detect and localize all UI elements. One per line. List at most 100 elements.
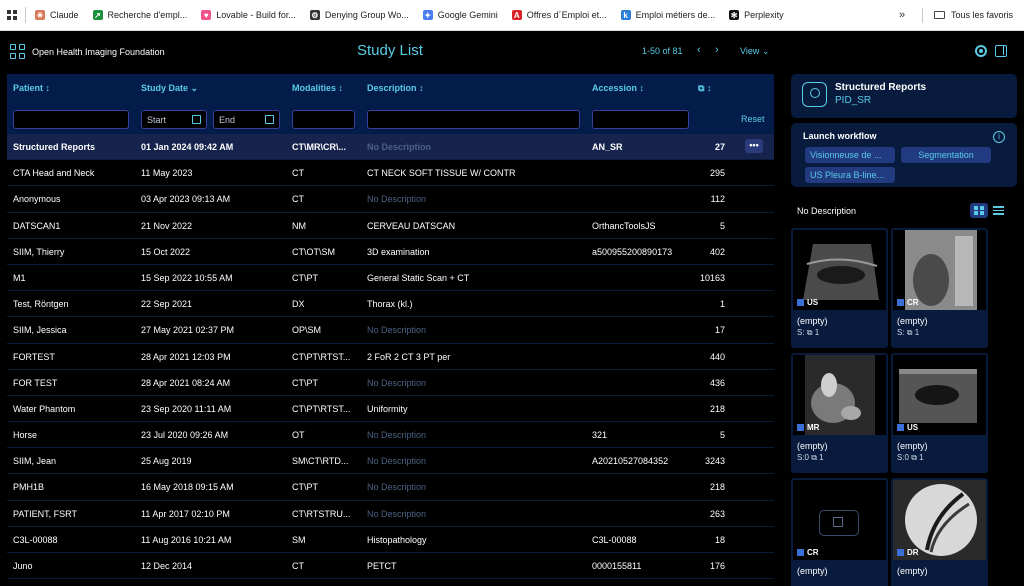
study-date-cell: 28 Apr 2021 08:24 AM — [141, 377, 231, 388]
table-row[interactable]: PATIENT, FSRT 11 Apr 2017 02:10 PM CT\RTST… — [7, 501, 774, 527]
ohif-logo[interactable]: Open Health Imaging Foundation — [10, 44, 165, 59]
grid-view-icon[interactable] — [970, 203, 988, 218]
series-thumbnail[interactable]: DR (empty) — [891, 478, 988, 586]
table-row[interactable]: SIIM, Thierry 15 Oct 2022 CT\OT\SM 3D exami… — [7, 239, 774, 265]
series-description: (empty) — [797, 441, 828, 451]
column-header-instances[interactable]: ⧉ ↕ — [698, 83, 711, 94]
series-thumbnail[interactable]: CR (empty) S: ⧉ 1 — [891, 228, 988, 348]
table-row[interactable]: FORTEST 28 Apr 2021 12:03 PM CT\PT\RTST...… — [7, 344, 774, 370]
description-cell: General Static Scan + CT — [367, 272, 470, 283]
description-cell: CERVEAU DATSCAN — [367, 220, 456, 231]
series-thumbnail[interactable]: MR (empty) S:0 ⧉ 1 — [791, 353, 888, 473]
modalities-filter-input[interactable] — [292, 110, 355, 129]
claude-icon: ✳ — [35, 10, 45, 20]
description-cell: Uniformity — [367, 403, 408, 414]
series-thumbnail[interactable]: US (empty) S: ⧉ 1 — [791, 228, 888, 348]
workflow-button-segmentation[interactable]: Segmentation — [901, 147, 991, 163]
bookmark-item[interactable]: ⚙ Denying Group Wo... — [309, 10, 409, 20]
bookmark-item[interactable]: A Offres d´Emploi et... — [511, 10, 607, 20]
table-row[interactable]: DATSCAN1 21 Nov 2022 NM CERVEAU DATSCAN Orth… — [7, 213, 774, 239]
app-header: Open Health Imaging Foundation Study Lis… — [0, 31, 1024, 69]
divider — [25, 7, 26, 23]
table-row[interactable]: C3L-00088 11 Aug 2016 10:21 AM SM Histopath… — [7, 527, 774, 553]
patient-name-cell: Structured Reports — [13, 142, 96, 152]
modalities-cell: CT\PT\RTST... — [292, 403, 351, 414]
modality-badge: CR — [897, 298, 919, 307]
patient-name-cell: DATSCAN1 — [13, 220, 61, 231]
study-date-cell: 22 Sep 2021 — [141, 299, 193, 310]
folder-icon — [934, 11, 945, 19]
list-view-icon[interactable] — [993, 205, 1004, 215]
patient-filter-input[interactable] — [13, 110, 129, 129]
toggle-panel-icon[interactable] — [995, 45, 1007, 57]
workflow-button-visionneuse[interactable]: Visionneuse de ... — [805, 147, 895, 163]
start-date-input[interactable]: Start — [141, 110, 207, 129]
table-row[interactable]: Anonymous 03 Apr 2023 09:13 AM CT No Descri… — [7, 186, 774, 213]
column-header-description[interactable]: Description ↕ — [367, 83, 424, 93]
description-filter-input[interactable] — [367, 110, 580, 129]
bookmark-item[interactable]: ↗ Recherche d'empl... — [92, 10, 187, 20]
info-icon[interactable]: i — [993, 131, 1005, 143]
table-row[interactable]: SIIM, Jean 25 Aug 2019 SM\CT\RTD... No Desc… — [7, 448, 774, 475]
settings-gear-icon[interactable] — [975, 45, 987, 57]
modalities-cell: CT — [292, 561, 304, 571]
calendar-icon[interactable] — [192, 115, 201, 124]
column-header-patient[interactable]: Patient ↕ — [13, 83, 50, 93]
study-title: Structured Reports — [835, 82, 927, 93]
modalities-cell: CT\PT\RTST... — [292, 351, 351, 362]
placeholder-series-icon — [819, 510, 859, 536]
description-cell: No Description — [367, 377, 427, 388]
modality-label: DR — [907, 548, 919, 557]
study-date-cell: 11 Aug 2016 10:21 AM — [141, 534, 232, 545]
column-header-modalities[interactable]: Modalities ↕ — [292, 83, 343, 93]
bookmark-item[interactable]: ✦ Google Gemini — [422, 10, 498, 20]
modality-label: US — [907, 423, 919, 432]
apps-grid-icon[interactable] — [7, 10, 17, 20]
series-meta: S:0 ⧉ 1 — [797, 453, 824, 462]
all-bookmarks-label: Tous les favoris — [951, 10, 1014, 20]
reset-filters-button[interactable]: Reset — [741, 114, 765, 124]
all-bookmarks-button[interactable]: Tous les favoris — [934, 10, 1013, 20]
bookmark-item[interactable]: ✳ Claude — [35, 10, 79, 20]
table-row[interactable]: Structured Reports 01 Jan 2024 09:42 AM CT… — [7, 134, 774, 161]
end-date-placeholder: End — [219, 115, 236, 125]
table-row[interactable]: CTA Head and Neck 11 May 2023 CT CT NECK SO… — [7, 160, 774, 187]
table-row[interactable]: PMH1B 16 May 2018 09:15 AM CT\PT No Descrip… — [7, 474, 774, 501]
previous-page-button[interactable]: ‹ — [697, 44, 701, 56]
row-actions-button[interactable]: ••• — [745, 139, 763, 153]
next-page-button[interactable]: › — [715, 44, 719, 56]
instances-cell: 17 — [714, 325, 725, 336]
instances-cell: 1 — [719, 299, 725, 310]
modality-badge: CR — [797, 548, 819, 557]
patient-name-cell: Water Phantom — [13, 403, 76, 414]
workflow-button-us-pleura[interactable]: US Pleura B-line... — [805, 167, 895, 183]
end-date-input[interactable]: End — [213, 110, 280, 129]
bookmark-item[interactable]: ♥ Lovable - Build for... — [201, 10, 296, 20]
calendar-icon[interactable] — [265, 115, 274, 124]
more-bookmarks-button[interactable]: » — [899, 9, 905, 21]
kelly-icon: k — [620, 10, 631, 20]
table-row[interactable]: Water Phantom 23 Sep 2020 11:11 AM CT\PT\R… — [7, 396, 774, 423]
column-header-accession[interactable]: Accession ↕ — [592, 83, 644, 93]
study-date-cell: 16 May 2018 09:15 AM — [141, 482, 234, 493]
description-cell: PETCT — [367, 561, 397, 571]
series-description: (empty) — [797, 566, 828, 576]
bookmark-item[interactable]: ✻ Perplexity — [729, 10, 784, 20]
accession-filter-input[interactable] — [592, 110, 689, 129]
table-row[interactable]: Juno 12 Dec 2014 CT PETCT 0000155811 176 — [7, 553, 774, 580]
table-row[interactable]: SIIM, Jessica 27 May 2021 02:37 PM OP\SM No… — [7, 317, 774, 344]
bookmark-item[interactable]: k Emploi métiers de... — [620, 10, 715, 20]
table-row[interactable]: M1 15 Sep 2022 10:55 AM CT\PT General Stati… — [7, 265, 774, 292]
accession-cell: 321 — [592, 430, 608, 441]
table-row[interactable]: Horse 23 Jul 2020 09:26 AM OT No Descriptio… — [7, 422, 774, 449]
table-row[interactable]: Test, Röntgen 22 Sep 2021 DX Thorax (kl.) 1 — [7, 291, 774, 318]
view-menu-button[interactable]: View ⌄ — [740, 46, 769, 57]
table-row[interactable]: FOR TEST 28 Apr 2021 08:24 AM CT\PT No Desc… — [7, 370, 774, 396]
series-thumbnail[interactable]: CR (empty) — [791, 478, 888, 586]
instances-cell: 295 — [709, 168, 725, 179]
modality-badge: US — [897, 423, 918, 432]
column-header-study-date[interactable]: Study Date ⌄ — [141, 83, 198, 94]
start-date-placeholder: Start — [147, 115, 167, 125]
series-thumbnail[interactable]: US (empty) S:0 ⧉ 1 — [891, 353, 988, 473]
modalities-cell: CT\PT — [292, 377, 318, 388]
